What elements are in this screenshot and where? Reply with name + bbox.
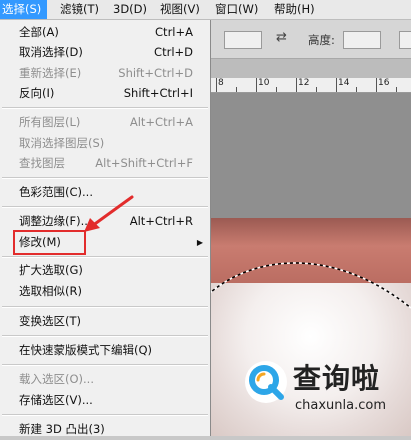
- ruler-number: 10: [258, 78, 270, 88]
- ruler-tick: [396, 87, 397, 92]
- menu-separator: [2, 107, 208, 109]
- menu-item-similar[interactable]: 选取相似(R): [0, 281, 210, 302]
- ruler-tick: [296, 78, 297, 92]
- select-menu-dropdown: 全部(A) Ctrl+A 取消选择(D) Ctrl+D 重新选择(E) Shif…: [0, 20, 211, 436]
- menu-item-new-3d-extrusion[interactable]: 新建 3D 凸出(3): [0, 419, 210, 440]
- menu-item-deselect[interactable]: 取消选择(D) Ctrl+D: [0, 42, 210, 63]
- ruler-number: 8: [218, 78, 224, 88]
- menu-item-deselect-layers[interactable]: 取消选择图层(S): [0, 133, 210, 154]
- horizontal-ruler: 8 10 12 14 16: [210, 78, 411, 93]
- swap-icon[interactable]: ⇄: [276, 30, 287, 45]
- ruler-number: 12: [298, 78, 310, 88]
- ruler-number: 14: [338, 78, 350, 88]
- height-field[interactable]: [343, 31, 381, 49]
- watermark-text: 查询啦: [293, 362, 381, 395]
- menu-separator: [2, 206, 208, 208]
- menu-select[interactable]: 选择(S): [0, 0, 47, 19]
- menu-help[interactable]: 帮助(H): [272, 0, 317, 19]
- menu-item-load-selection[interactable]: 载入选区(O)...: [0, 369, 210, 390]
- menu-item-find-layers[interactable]: 查找图层 Alt+Shift+Ctrl+F: [0, 153, 210, 174]
- menu-separator: [2, 335, 208, 337]
- extra-field[interactable]: [399, 31, 411, 49]
- ruler-tick: [356, 87, 357, 92]
- menu-item-save-selection[interactable]: 存储选区(V)...: [0, 390, 210, 411]
- ruler-tick: [236, 87, 237, 92]
- watermark-url: chaxunla.com: [295, 398, 386, 413]
- menu-item-color-range[interactable]: 色彩范围(C)...: [0, 182, 210, 203]
- menu-item-refine-edge[interactable]: 调整边缘(F)... Alt+Ctrl+R: [0, 211, 210, 232]
- height-label: 高度:: [308, 33, 335, 47]
- highlight-box: [13, 230, 86, 255]
- document-tab-strip: [210, 59, 411, 79]
- menu-view[interactable]: 视图(V): [158, 0, 202, 19]
- menu-item-all-layers[interactable]: 所有图层(L) Alt+Ctrl+A: [0, 112, 210, 133]
- ruler-tick: [256, 78, 257, 92]
- submenu-arrow-icon: ▶: [196, 238, 203, 247]
- menu-item-reselect[interactable]: 重新选择(E) Shift+Ctrl+D: [0, 63, 210, 84]
- menu-separator: [2, 306, 208, 308]
- menu-3d[interactable]: 3D(D): [111, 0, 149, 19]
- menu-bar: 选择(S) 滤镜(T) 3D(D) 视图(V) 窗口(W) 帮助(H): [0, 0, 411, 20]
- menu-separator: [2, 177, 208, 179]
- menu-separator: [2, 256, 208, 258]
- menu-item-all[interactable]: 全部(A) Ctrl+A: [0, 22, 210, 43]
- menu-filter[interactable]: 滤镜(T): [58, 0, 101, 19]
- ruler-number: 16: [378, 78, 390, 88]
- menu-separator: [2, 414, 208, 416]
- ruler-tick: [316, 87, 317, 92]
- search-logo-icon: [245, 361, 287, 403]
- menu-separator: [2, 364, 208, 366]
- ruler-tick: [216, 78, 217, 92]
- width-field[interactable]: [224, 31, 262, 49]
- menu-item-transform-selection[interactable]: 变换选区(T): [0, 311, 210, 332]
- ruler-tick: [376, 78, 377, 92]
- ruler-tick: [276, 87, 277, 92]
- menu-item-quick-mask[interactable]: 在快速蒙版模式下编辑(Q): [0, 340, 210, 361]
- menu-item-grow[interactable]: 扩大选取(G): [0, 260, 210, 281]
- ruler-tick: [336, 78, 337, 92]
- menu-window[interactable]: 窗口(W): [213, 0, 260, 19]
- menu-item-inverse[interactable]: 反向(I) Shift+Ctrl+I: [0, 83, 210, 104]
